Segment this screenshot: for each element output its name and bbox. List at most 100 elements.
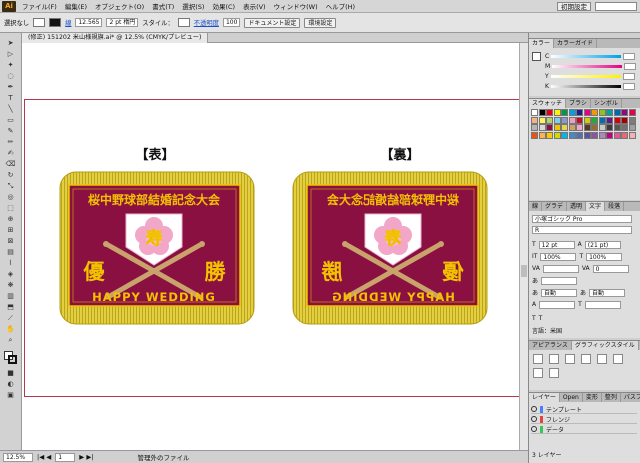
swatch-chip[interactable] <box>583 109 591 116</box>
vertical-scale-field[interactable]: 100% <box>540 252 577 261</box>
style-7-icon[interactable] <box>549 368 559 378</box>
workspace-switcher[interactable]: 初期設定 <box>557 1 591 11</box>
tab-align[interactable]: 整列 <box>602 393 621 402</box>
menu-edit[interactable]: 編集(E) <box>61 1 91 11</box>
swatch-chip[interactable] <box>546 131 553 139</box>
swatch-chip[interactable] <box>598 116 606 124</box>
style-default-icon[interactable] <box>533 354 543 364</box>
zoom-tool-icon[interactable]: ⌕ <box>3 336 18 345</box>
swatch-chip[interactable] <box>628 131 636 139</box>
swatch-chip[interactable] <box>553 124 561 131</box>
tab-appearance[interactable]: アピアランス <box>529 341 572 350</box>
swatch-chip[interactable] <box>621 124 628 131</box>
shape-builder-icon[interactable]: ⊕ <box>3 215 18 224</box>
opacity-field[interactable]: 100 <box>222 18 241 27</box>
swatch-chip[interactable] <box>621 116 628 124</box>
channel-y-value[interactable] <box>622 72 635 80</box>
eraser-tool-icon[interactable]: ⌫ <box>3 160 18 169</box>
tsume-field[interactable] <box>541 276 578 285</box>
strikethrough-icon[interactable]: T <box>539 315 543 322</box>
swatch-chip[interactable] <box>576 109 583 116</box>
menu-view[interactable]: 表示(V) <box>239 1 270 11</box>
swatch-chip[interactable] <box>568 131 576 139</box>
style-2-icon[interactable] <box>565 354 575 364</box>
opacity-link[interactable]: 不透明度 <box>194 18 219 27</box>
swatch-chip[interactable] <box>613 116 621 124</box>
style-4-icon[interactable] <box>597 354 607 364</box>
swatch-chip[interactable] <box>561 131 568 139</box>
swatch-chip[interactable] <box>613 131 621 139</box>
swatch-chip[interactable] <box>606 124 613 131</box>
tab-color[interactable]: カラー <box>529 39 555 48</box>
stroke-link[interactable]: 線 <box>65 18 71 27</box>
lasso-tool-icon[interactable]: ◌ <box>3 72 18 81</box>
swatch-chip[interactable] <box>613 124 621 131</box>
document-setup-button[interactable]: ドキュメント設定 <box>244 17 301 28</box>
swatch-chip[interactable] <box>568 124 576 131</box>
swatch-chip[interactable] <box>576 116 583 124</box>
channel-c-slider[interactable] <box>551 54 622 58</box>
free-transform-icon[interactable]: ⬚ <box>3 204 18 213</box>
swatch-chip[interactable] <box>576 124 583 131</box>
fill-proxy-icon[interactable] <box>532 52 541 61</box>
scroll-thumb[interactable] <box>521 265 527 277</box>
channel-k-slider[interactable] <box>550 84 621 88</box>
swatch-chip[interactable] <box>538 109 546 116</box>
swatch-chip[interactable] <box>598 124 606 131</box>
tab-graphic-styles[interactable]: グラフィックスタイル <box>571 341 639 350</box>
brush-field[interactable]: 2 pt 楕円 <box>106 18 139 27</box>
swatch-chip[interactable] <box>583 124 591 131</box>
swatch-chip[interactable] <box>538 116 546 124</box>
swatch-grid[interactable] <box>531 109 637 139</box>
swatch-chip[interactable] <box>531 116 538 124</box>
kerning-field[interactable] <box>542 264 579 273</box>
channel-c-value[interactable] <box>623 52 636 60</box>
tab-swatches[interactable]: スウォッチ <box>529 99 567 108</box>
menu-type[interactable]: 書式(T) <box>148 1 178 11</box>
preferences-button[interactable]: 環境設定 <box>304 17 337 28</box>
screen-mode-icon[interactable]: ▣ <box>3 391 18 400</box>
slice-tool-icon[interactable]: ⟋ <box>3 314 18 323</box>
tab-character[interactable]: 文字 <box>586 202 606 211</box>
channel-m-slider[interactable] <box>552 64 623 68</box>
scale-tool-icon[interactable]: ⤡ <box>3 182 18 191</box>
pen-tool-icon[interactable]: ✒ <box>3 83 18 92</box>
baseline-field[interactable] <box>539 300 576 309</box>
underline-icon[interactable]: T <box>532 315 536 322</box>
tab-color-guide[interactable]: カラーガイド <box>554 39 598 48</box>
style-1-icon[interactable] <box>549 354 559 364</box>
swatch-chip[interactable] <box>621 109 628 116</box>
vertical-scrollbar[interactable] <box>519 43 528 450</box>
tab-open[interactable]: Open <box>560 393 583 402</box>
tab-stroke[interactable]: 線 <box>529 202 543 211</box>
perspective-tool-icon[interactable]: ⊞ <box>3 226 18 235</box>
menu-help[interactable]: ヘルプ(H) <box>322 1 359 11</box>
symbol-sprayer-icon[interactable]: ❋ <box>3 281 18 290</box>
swatch-chip[interactable] <box>591 109 598 116</box>
swatch-chip[interactable] <box>546 109 553 116</box>
stroke-swatch[interactable] <box>49 18 62 27</box>
rotation-field[interactable] <box>584 300 621 309</box>
pencil-tool-icon[interactable]: ✏ <box>3 138 18 147</box>
menu-effect[interactable]: 効果(C) <box>208 1 239 11</box>
swatch-chip[interactable] <box>628 116 636 124</box>
tab-gradient[interactable]: グラデ <box>542 202 568 211</box>
selection-tool-icon[interactable]: ➤ <box>3 39 18 48</box>
fill-swatch[interactable] <box>33 18 46 27</box>
warp-tool-icon[interactable]: ◎ <box>3 193 18 202</box>
stroke-weight-field[interactable]: 12.565 <box>75 18 103 27</box>
swatch-chip[interactable] <box>546 116 553 124</box>
style-5-icon[interactable] <box>613 354 623 364</box>
style-3-icon[interactable] <box>581 354 591 364</box>
canvas[interactable]: 【表】 【裏】 桜中野球部結婚記念大会 寿 優 勝 HAPPY WEDDING … <box>22 43 519 450</box>
line-tool-icon[interactable]: ╲ <box>3 105 18 114</box>
layer-row[interactable]: テンプレート <box>531 405 637 414</box>
blend-tool-icon[interactable]: ◈ <box>3 270 18 279</box>
channel-k-value[interactable] <box>622 82 635 90</box>
aki-left-field[interactable]: 自動 <box>541 288 578 297</box>
eye-icon[interactable] <box>531 416 537 422</box>
search-input[interactable] <box>595 1 637 11</box>
swatch-chip[interactable] <box>598 109 606 116</box>
menu-window[interactable]: ウィンドウ(W) <box>270 1 322 11</box>
swatch-chip[interactable] <box>531 109 538 116</box>
